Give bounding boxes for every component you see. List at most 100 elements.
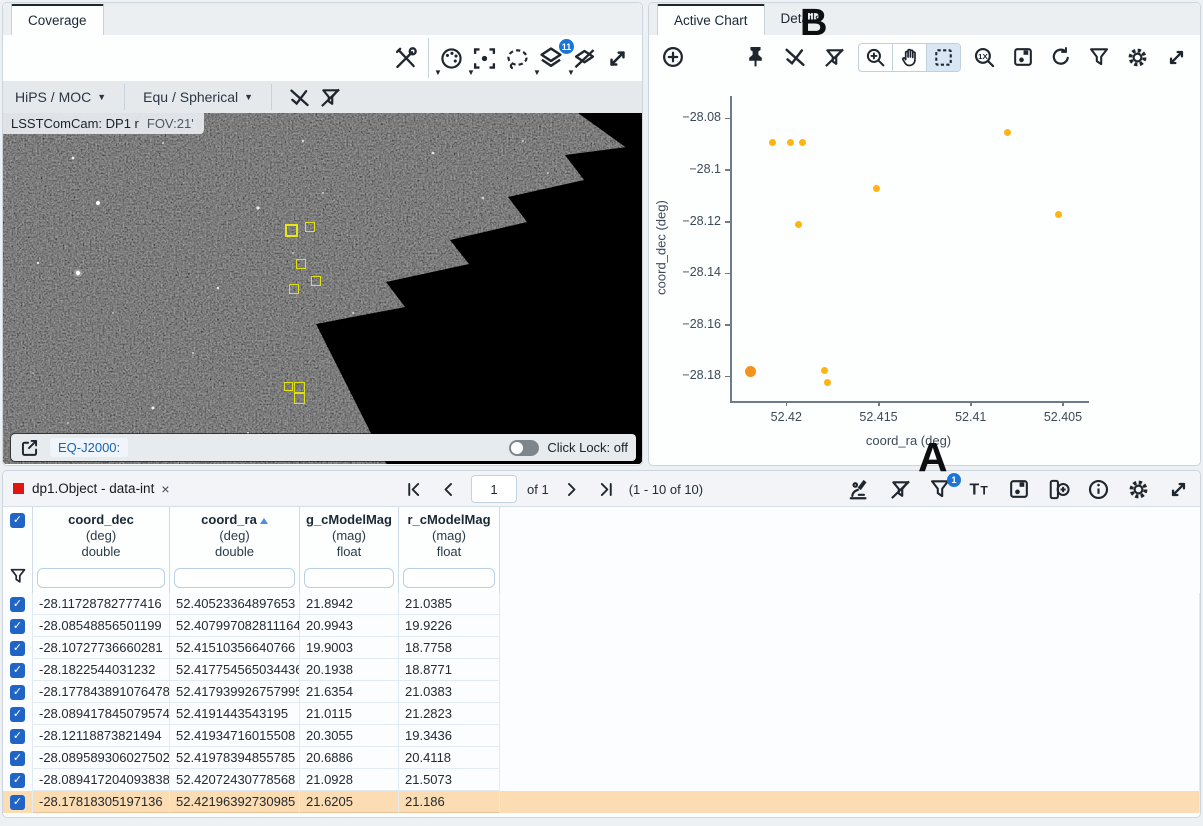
catalog-marker-square[interactable] xyxy=(294,393,305,404)
table-pagination: of 1 (1 - 10 of 10) xyxy=(401,471,703,507)
select-all-checkbox[interactable]: ✓ xyxy=(10,513,25,528)
catalog-marker-square[interactable] xyxy=(284,382,293,391)
zoom-original-icon[interactable] xyxy=(969,44,1000,71)
sky-image-viewer[interactable]: LSSTComCam: DP1 r FOV:21' EQ-J2000: Clic… xyxy=(3,113,642,464)
page-count-label: of 1 xyxy=(527,481,549,497)
column-header-coord_ra[interactable]: coord_ra (deg) double xyxy=(170,507,300,565)
table-row[interactable]: ✓ -28.08548856501199 52.407997082811164 20.… xyxy=(3,615,1200,637)
column-header-r_cModelMag[interactable]: r_cModelMag (mag) float xyxy=(399,507,500,565)
page-number-input[interactable] xyxy=(471,475,517,503)
table-row[interactable]: ✓ -28.17818305197136 52.42196392730985 21.6… xyxy=(3,791,1200,813)
table-row[interactable]: ✓ -28.12118873821494 52.41934716015508 20.3… xyxy=(3,725,1200,747)
tab-coverage[interactable]: Coverage xyxy=(11,4,104,35)
data-point-selected xyxy=(744,366,756,378)
clear-filter-icon[interactable] xyxy=(885,476,916,503)
add-column-icon[interactable] xyxy=(1043,476,1074,503)
hips-moc-dropdown[interactable]: HiPS / MOC ▼ xyxy=(3,89,118,105)
unselect-points-icon[interactable] xyxy=(779,43,811,71)
table-row[interactable]: ✓ -28.1822544031232 52.417754565034436 20.1… xyxy=(3,659,1200,681)
catalog-marker-square[interactable] xyxy=(311,276,321,286)
y-axis-line xyxy=(730,96,732,401)
x-axis-title: coord_ra (deg) xyxy=(865,433,952,448)
filter-input-coord_ra[interactable] xyxy=(174,568,295,588)
layers-icon[interactable]: ▼ 11 xyxy=(533,39,574,77)
filter-icon[interactable] xyxy=(1084,44,1114,70)
row-checkbox[interactable]: ✓ xyxy=(10,684,25,700)
center-image-icon[interactable]: ▼ xyxy=(467,44,501,76)
table-row[interactable]: ✓ -28.10727736660281 52.41510356640766 19.9… xyxy=(3,637,1200,659)
pin-icon[interactable] xyxy=(740,44,771,71)
column-header-g_cModelMag[interactable]: g_cModelMag (mag) float xyxy=(300,507,399,565)
cell-coord_ra: 52.417754565034436 xyxy=(170,659,300,681)
box-select-icon[interactable] xyxy=(926,43,960,71)
table-row[interactable]: ✓ -28.089417204093838 52.42072430778568 21.… xyxy=(3,769,1200,791)
cell-coord_dec: -28.1822544031232 xyxy=(33,659,170,681)
last-page-icon[interactable] xyxy=(594,479,619,500)
info-icon[interactable] xyxy=(1083,476,1114,503)
row-checkbox[interactable]: ✓ xyxy=(10,772,25,788)
row-filler xyxy=(500,725,1200,747)
filter-input-g_cModelMag[interactable] xyxy=(304,568,394,588)
pan-hand-icon[interactable] xyxy=(892,43,926,71)
row-checkbox[interactable]: ✓ xyxy=(10,618,25,634)
table-filter-row xyxy=(3,565,1200,593)
catalog-marker-square[interactable] xyxy=(285,224,298,237)
expand-icon[interactable] xyxy=(1161,44,1192,71)
expand-icon[interactable] xyxy=(601,44,634,73)
cell-coord_dec: -28.11728782777416 xyxy=(33,593,170,615)
row-checkbox[interactable]: ✓ xyxy=(10,640,25,656)
projection-dropdown[interactable]: Equ / Spherical ▼ xyxy=(131,89,265,105)
catalog-marker-square[interactable] xyxy=(289,284,299,294)
catalog-marker-square[interactable] xyxy=(294,382,305,393)
row-checkbox[interactable]: ✓ xyxy=(10,706,25,722)
cell-r_cModelMag: 18.8771 xyxy=(399,659,500,681)
fov-label: FOV:21' xyxy=(146,116,194,131)
select-region-icon[interactable] xyxy=(501,44,534,73)
scatter-chart[interactable]: −28.08 −28.1 −28.12 −28.14 −28.16 −28.18 52.42… xyxy=(649,79,1200,465)
next-page-icon[interactable] xyxy=(559,479,584,500)
tab-active-chart[interactable]: Active Chart xyxy=(657,4,765,35)
text-view-icon[interactable] xyxy=(964,476,995,503)
row-checkbox[interactable]: ✓ xyxy=(10,662,25,678)
table-row[interactable]: ✓ -28.089589306027502 52.41978394855785 20.… xyxy=(3,747,1200,769)
clear-filter-icon[interactable] xyxy=(819,44,850,71)
expand-icon[interactable] xyxy=(1163,476,1194,503)
table-title: dp1.Object - data-int xyxy=(32,481,155,496)
save-icon[interactable] xyxy=(1004,476,1034,502)
settings-gear-icon[interactable] xyxy=(1123,476,1154,503)
microscope-icon[interactable] xyxy=(843,475,876,504)
close-icon[interactable]: × xyxy=(161,481,169,497)
toolbar-divider xyxy=(428,38,429,78)
row-checkbox[interactable]: ✓ xyxy=(10,794,25,810)
color-palette-icon[interactable]: ▼ xyxy=(434,44,468,76)
table-row[interactable]: ✓ -28.177843891076478 52.417939926757995 21… xyxy=(3,681,1200,703)
zoom-in-icon[interactable] xyxy=(859,44,892,71)
tools-icon[interactable] xyxy=(389,44,422,73)
previous-page-icon[interactable] xyxy=(436,479,461,500)
column-header-coord_dec[interactable]: coord_dec (deg) double xyxy=(33,507,170,565)
cell-g_cModelMag: 21.0115 xyxy=(300,703,399,725)
restore-icon[interactable] xyxy=(1046,44,1076,70)
clear-filter-icon[interactable] xyxy=(315,84,346,111)
table-row[interactable]: ✓ -28.11728782777416 52.40523364897653 21.8… xyxy=(3,593,1200,615)
chevron-down-icon: ▼ xyxy=(567,67,575,77)
row-checkbox[interactable]: ✓ xyxy=(10,750,25,766)
settings-gear-icon[interactable] xyxy=(1122,44,1153,71)
table-row[interactable]: ✓ -28.089417845079574 52.4191443543195 21.0… xyxy=(3,703,1200,725)
filter-cell-coord_ra xyxy=(170,565,300,593)
expand-viewer-icon[interactable] xyxy=(19,437,40,458)
first-page-icon[interactable] xyxy=(401,479,426,500)
cell-r_cModelMag: 21.0385 xyxy=(399,593,500,615)
catalog-marker-square[interactable] xyxy=(296,259,306,269)
click-lock-toggle[interactable] xyxy=(509,439,540,456)
catalog-marker-square[interactable] xyxy=(305,222,315,232)
unselect-rows-icon[interactable] xyxy=(284,84,315,111)
filter-input-r_cModelMag[interactable] xyxy=(403,568,495,588)
x-tick-label: 52.415 xyxy=(859,410,898,424)
filter-input-coord_dec[interactable] xyxy=(37,568,165,588)
row-checkbox[interactable]: ✓ xyxy=(10,596,25,612)
row-checkbox[interactable]: ✓ xyxy=(10,728,25,744)
save-icon[interactable] xyxy=(1008,44,1038,70)
layers-unselect-icon[interactable]: ▼ xyxy=(567,44,601,76)
add-chart-icon[interactable] xyxy=(657,43,689,71)
